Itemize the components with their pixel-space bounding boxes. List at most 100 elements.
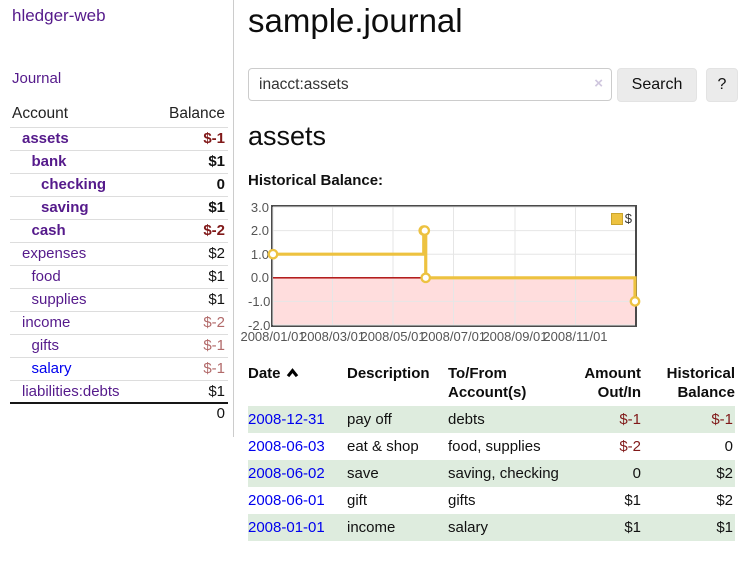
register-header-amount: Amount Out/In bbox=[560, 360, 641, 406]
account-balance: $1 bbox=[151, 265, 228, 288]
y-axis-label: -1.0 bbox=[248, 294, 269, 309]
account-name-cell: assets bbox=[10, 127, 151, 150]
account-link[interactable]: salary bbox=[32, 360, 72, 377]
transaction-date-link[interactable]: 2008-06-03 bbox=[248, 438, 325, 455]
account-balance: $-2 bbox=[151, 219, 228, 242]
series-label: $ bbox=[625, 211, 632, 226]
account-link[interactable]: food bbox=[32, 268, 61, 285]
account-row: supplies$1 bbox=[10, 288, 228, 311]
account-name-cell: food bbox=[10, 265, 151, 288]
transaction-row: 2008-12-31pay offdebts$-1$-1 bbox=[248, 406, 735, 433]
account-link[interactable]: liabilities:debts bbox=[22, 383, 120, 400]
series-swatch-icon bbox=[611, 213, 623, 225]
account-link[interactable]: expenses bbox=[22, 245, 86, 262]
transaction-accounts: food, supplies bbox=[448, 433, 560, 460]
account-row: salary$-1 bbox=[10, 357, 228, 380]
transaction-amount: $1 bbox=[560, 487, 641, 514]
clear-search-icon[interactable]: × bbox=[594, 74, 603, 94]
transaction-amount: $1 bbox=[560, 514, 641, 541]
account-row: liabilities:debts$1 bbox=[10, 380, 228, 403]
account-link[interactable]: checking bbox=[41, 176, 106, 193]
account-link[interactable]: gifts bbox=[32, 337, 60, 354]
x-axis-label: 2008/03/01 bbox=[300, 329, 365, 344]
x-axis-label: 2008/11/01 bbox=[543, 329, 607, 344]
transaction-balance: $1 bbox=[641, 514, 735, 541]
account-name-cell: expenses bbox=[10, 242, 151, 265]
transaction-date-link[interactable]: 2008-12-31 bbox=[248, 411, 325, 428]
account-row: gifts $-1 bbox=[10, 334, 228, 357]
account-name-cell: gifts bbox=[10, 334, 151, 357]
account-row: income$-2 bbox=[10, 311, 228, 334]
y-axis-label: 3.0 bbox=[248, 200, 269, 215]
balance-column-header: Balance bbox=[151, 102, 228, 127]
transaction-description: gift bbox=[347, 487, 448, 514]
chart-plot-area: $ bbox=[271, 205, 637, 327]
transaction-description: save bbox=[347, 460, 448, 487]
register-header-description: Description bbox=[347, 360, 448, 406]
search-field-wrap: × bbox=[248, 68, 612, 101]
search-input[interactable] bbox=[248, 68, 612, 101]
transaction-row: 2008-06-01 giftgifts$1$2 bbox=[248, 487, 735, 514]
brand-link[interactable]: hledger-web bbox=[12, 6, 106, 26]
transaction-balance: $-1 bbox=[641, 406, 735, 433]
transaction-description: pay off bbox=[347, 406, 448, 433]
transaction-description: income bbox=[347, 514, 448, 541]
account-row: checking0 bbox=[10, 173, 228, 196]
account-name-cell: cash bbox=[10, 219, 151, 242]
account-balance: $2 bbox=[151, 242, 228, 265]
account-row: saving $1 bbox=[10, 196, 228, 219]
transaction-accounts: gifts bbox=[448, 487, 560, 514]
transaction-date-cell: 2008-06-01 bbox=[248, 487, 347, 514]
y-axis-label: 1.0 bbox=[248, 247, 269, 262]
transaction-amount: 0 bbox=[560, 460, 641, 487]
register-table: Date Description To/From Account(s) Amou… bbox=[248, 360, 735, 541]
search-button[interactable]: Search bbox=[617, 68, 697, 102]
historical-balance-chart: 3.02.01.00.0-1.0-2.0 $ 2008/01/012008/03… bbox=[248, 205, 742, 355]
account-row: assets$-1 bbox=[10, 127, 228, 150]
transaction-balance: $2 bbox=[641, 487, 735, 514]
transaction-amount: $-1 bbox=[560, 406, 641, 433]
transaction-row: 2008-06-03eat & shopfood, supplies$-20 bbox=[248, 433, 735, 460]
x-axis-label: 2008/07/01 bbox=[421, 329, 486, 344]
transaction-row: 2008-06-02 savesaving, checking0$2 bbox=[248, 460, 735, 487]
account-balance: $1 bbox=[151, 196, 228, 219]
transaction-date-link[interactable]: 2008-01-01 bbox=[248, 519, 325, 536]
search-bar: × Search ? bbox=[248, 68, 738, 102]
account-name-cell: bank bbox=[10, 150, 151, 173]
transaction-balance: 0 bbox=[641, 433, 735, 460]
transaction-balance: $2 bbox=[641, 460, 735, 487]
account-column-header: Account bbox=[10, 102, 151, 127]
chart-title: Historical Balance: bbox=[248, 172, 383, 189]
account-link[interactable]: bank bbox=[32, 153, 67, 170]
transaction-date-link[interactable]: 2008-06-01 bbox=[248, 492, 325, 509]
register-header-date[interactable]: Date bbox=[248, 360, 347, 406]
transaction-accounts: debts bbox=[448, 406, 560, 433]
page-title: sample.journal bbox=[248, 2, 463, 40]
account-link[interactable]: supplies bbox=[32, 291, 87, 308]
account-row: food $1 bbox=[10, 265, 228, 288]
account-link[interactable]: saving bbox=[41, 199, 89, 216]
account-link[interactable]: income bbox=[22, 314, 70, 331]
accounts-table-header: Account Balance bbox=[10, 102, 228, 127]
help-button[interactable]: ? bbox=[706, 68, 738, 102]
account-heading: assets bbox=[248, 121, 326, 152]
account-name-cell: saving bbox=[10, 196, 151, 219]
transaction-accounts: saving, checking bbox=[448, 460, 560, 487]
register-header-accounts: To/From Account(s) bbox=[448, 360, 560, 406]
account-link[interactable]: assets bbox=[22, 130, 69, 147]
transaction-date-cell: 2008-06-02 bbox=[248, 460, 347, 487]
date-header-label: Date bbox=[248, 365, 281, 382]
transaction-date-cell: 2008-01-01 bbox=[248, 514, 347, 541]
transaction-date-link[interactable]: 2008-06-02 bbox=[248, 465, 325, 482]
sort-ascending-icon bbox=[286, 368, 299, 378]
nav-journal-link[interactable]: Journal bbox=[12, 70, 61, 87]
hledger-web-app: hledger-web Journal Account Balance asse… bbox=[0, 0, 742, 582]
transaction-accounts: salary bbox=[448, 514, 560, 541]
account-link[interactable]: cash bbox=[32, 222, 66, 239]
account-row: bank$1 bbox=[10, 150, 228, 173]
x-axis-label: 2008/01/01 bbox=[240, 329, 305, 344]
account-balance: $-1 bbox=[151, 334, 228, 357]
balance-line-chart bbox=[273, 207, 635, 325]
accounts-table: Account Balance assets$-1bank$1checking0… bbox=[10, 102, 228, 423]
account-name-cell: income bbox=[10, 311, 151, 334]
